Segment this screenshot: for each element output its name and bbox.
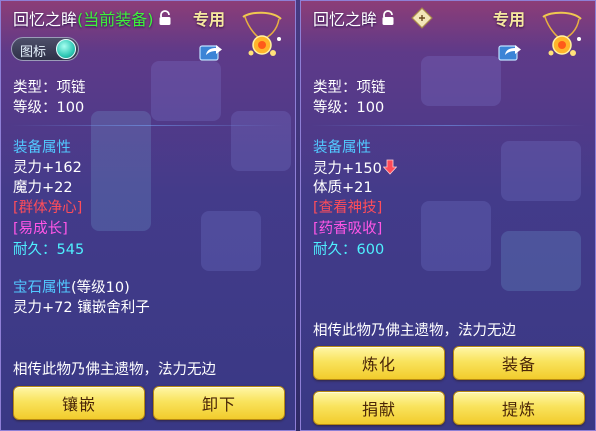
special-effect-link[interactable]: [易成长] [13,220,68,238]
toggle-knob[interactable] [56,39,76,59]
background-character [91,111,151,231]
down-arrow-icon [382,159,397,175]
item-type: 类型：项链 [13,80,86,96]
item-name: 回忆之眸 [13,10,78,29]
stat-line: 灵力+150 [313,161,382,177]
stat-line: 体质+21 [313,180,373,196]
background-item-slot [231,111,291,171]
item-description: 相传此物乃佛主遗物，法力无边 [313,323,516,339]
section-divider [11,125,285,126]
gem-header-label: 宝石属性 [13,280,71,296]
game-screen: 回忆之眸 (当前装备) 专用 图标 类型：项链 等级：100 装备属性 灵力+1… [0,0,596,431]
donate-button[interactable]: 捐献 [313,391,445,425]
item-level: 等级：100 [313,100,385,116]
item-description: 相传此物乃佛主遗物，法力无边 [13,362,216,378]
item-title-row: 回忆之眸 [313,7,433,29]
lock-icon [159,10,171,25]
inlay-button[interactable]: 镶嵌 [13,386,145,420]
exclusive-label: 专用 [493,10,526,29]
necklace-item-icon[interactable] [533,9,589,65]
stat-compare-line: 灵力+150 [313,159,397,178]
unequip-button[interactable]: 卸下 [153,386,285,420]
background-item-slot [421,201,491,271]
background-item-slot [201,211,261,271]
compare-item-tooltip: 回忆之眸 专用 类型：项链 等级：100 装备属性 灵力+150 体质+21 [… [300,0,596,431]
stat-line: 魔力+22 [13,180,73,196]
gem-stat-line: 灵力+72 镶嵌舍利子 [13,300,150,316]
item-level: 等级：100 [13,100,85,116]
stat-line: 灵力+162 [13,160,82,176]
background-item-slot [421,56,501,106]
current-equipment-tooltip: 回忆之眸 (当前装备) 专用 图标 类型：项链 等级：100 装备属性 灵力+1… [0,0,296,431]
share-icon[interactable] [199,41,223,61]
lock-icon [382,10,394,25]
equipment-attributes-header: 装备属性 [13,140,71,156]
background-item-slot [151,61,221,121]
special-skill-link[interactable]: [群体净心] [13,199,82,217]
icon-toggle[interactable]: 图标 [11,37,79,61]
equipment-attributes-header: 装备属性 [313,140,371,156]
equip-button[interactable]: 装备 [453,346,585,380]
section-divider [311,125,585,126]
gem-attributes-header: 宝石属性(等级10) [13,279,130,297]
durability: 耐久：545 [13,242,85,258]
special-skill-link[interactable]: [查看神技] [313,199,382,217]
share-icon[interactable] [498,41,522,61]
item-name: 回忆之眸 [313,10,378,29]
equipped-tag: (当前装备) [77,10,154,29]
durability: 耐久：600 [313,242,385,258]
diamond-tag-icon[interactable] [411,7,433,29]
toggle-label: 图标 [20,45,47,60]
background-item-slot [501,231,581,291]
gem-level: (等级10) [71,280,130,296]
item-title-row: 回忆之眸 (当前装备) [13,8,172,29]
extract-button[interactable]: 提炼 [453,391,585,425]
item-type: 类型：项链 [313,80,386,96]
background-item-slot [501,141,581,201]
exclusive-label: 专用 [193,10,226,29]
special-effect-link[interactable]: [药香吸收] [313,220,382,238]
necklace-item-icon[interactable] [233,9,289,65]
refine-button[interactable]: 炼化 [313,346,445,380]
